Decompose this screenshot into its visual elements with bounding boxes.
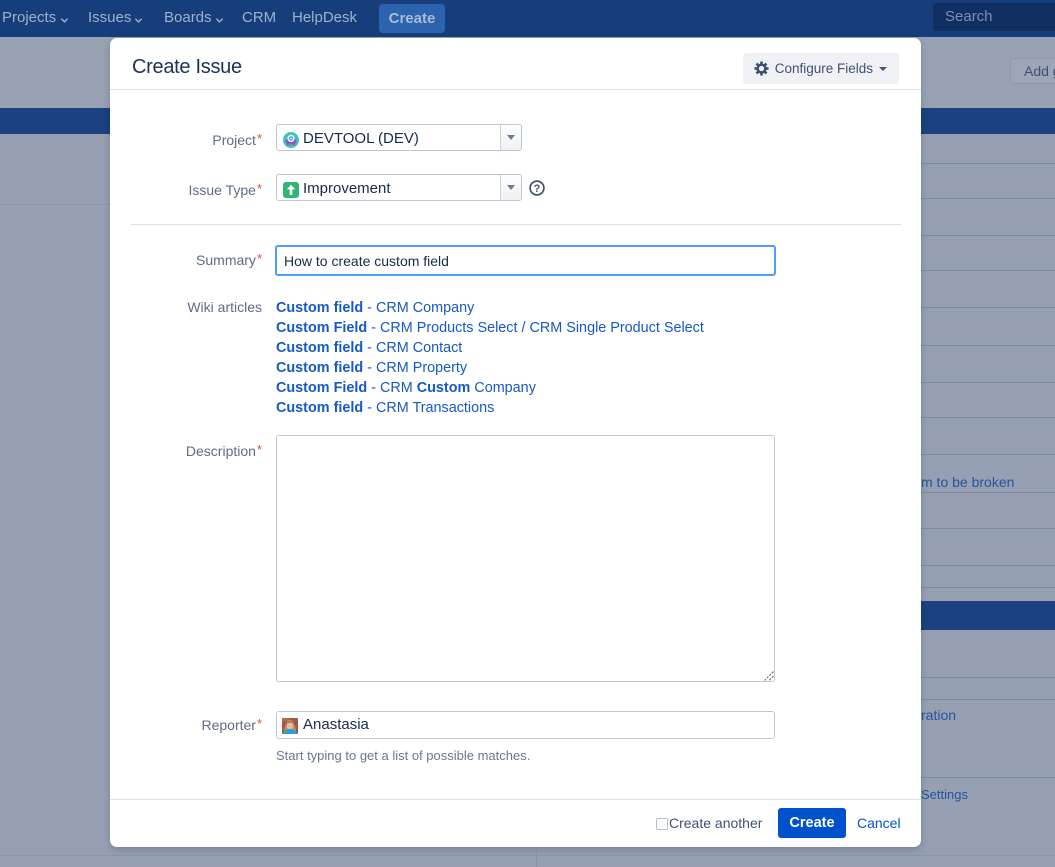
svg-text:?: ?: [534, 183, 541, 195]
